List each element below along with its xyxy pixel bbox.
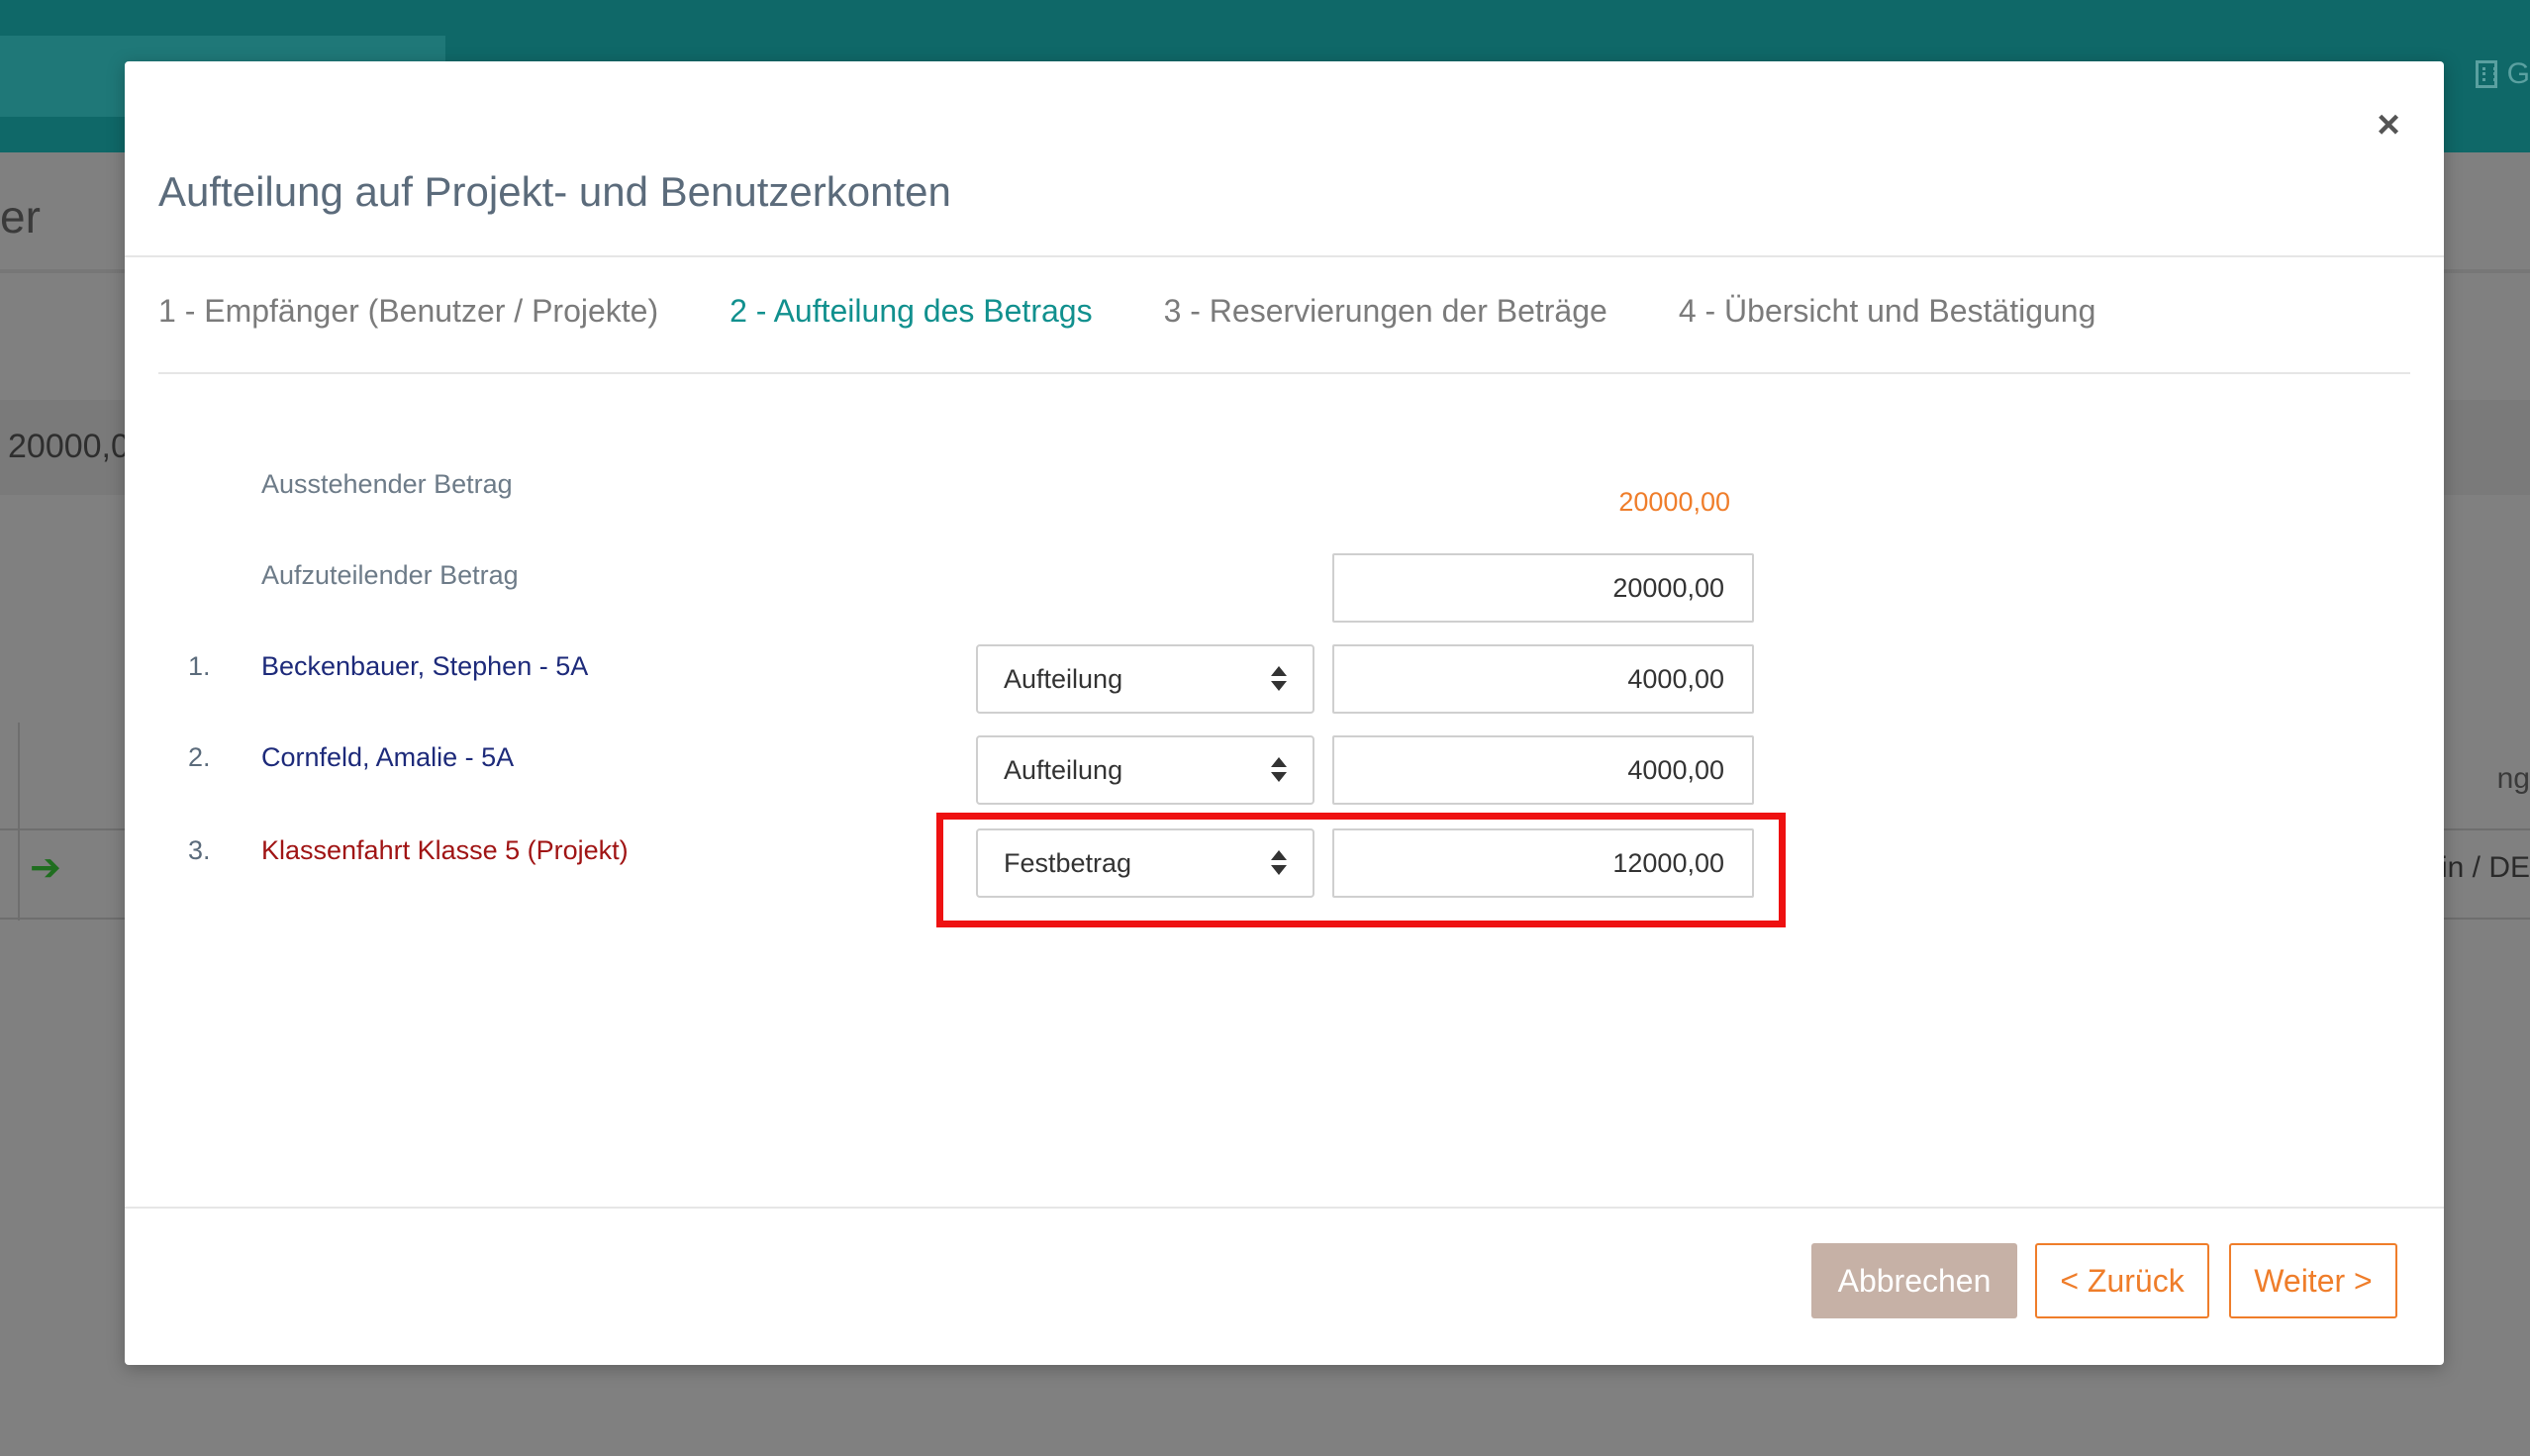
next-button[interactable]: Weiter > [2229,1243,2397,1318]
recipient-name-1: Beckenbauer, Stephen - 5A [261,651,589,681]
split-mode-value: Aufteilung [1004,754,1123,785]
footer-divider [125,1207,2444,1209]
distribute-amount-input[interactable] [1332,553,1754,623]
split-amount-modal: Aufteilung auf Projekt- und Benutzerkont… [125,61,2444,1365]
background-table-column [18,723,20,921]
row-number: 2. [188,742,211,772]
outstanding-amount-label: Ausstehender Betrag [261,469,513,499]
close-icon[interactable]: × [2367,103,2410,146]
amount-input-2[interactable] [1332,735,1754,805]
steps-divider [158,372,2410,374]
building-icon [2475,60,2497,88]
background-page-title: er [0,191,41,243]
outstanding-amount-value: 20000,00 [1618,487,1730,517]
wizard-steps: 1 - Empfänger (Benutzer / Projekte) 2 - … [158,293,2167,368]
row-number: 1. [188,651,211,681]
back-button[interactable]: < Zurück [2035,1243,2209,1318]
org-label: G [2506,57,2530,90]
sort-arrows-icon [1271,666,1287,694]
arrow-right-icon: ➔ [30,847,61,889]
split-mode-select-1[interactable]: Aufteilung [976,644,1314,714]
amount-input-1[interactable] [1332,644,1754,714]
recipient-name-2: Cornfeld, Amalie - 5A [261,742,515,772]
step-recipients[interactable]: 1 - Empfänger (Benutzer / Projekte) [158,293,658,368]
background-amount: 20000,0 [8,428,130,465]
split-mode-value: Aufteilung [1004,663,1123,694]
background-table-header-text: ng [2496,762,2530,795]
highlight-annotation-box [936,813,1786,927]
sort-arrows-icon [1271,757,1287,785]
app-header-org: G [2475,57,2530,91]
recipient-name-3: Klassenfahrt Klasse 5 (Projekt) [261,835,629,865]
split-mode-select-2[interactable]: Aufteilung [976,735,1314,805]
row-number: 3. [188,835,211,865]
step-split-amount[interactable]: 2 - Aufteilung des Betrags [730,293,1092,368]
cancel-button[interactable]: Abbrechen [1811,1243,2017,1318]
header-divider [125,255,2444,257]
step-overview[interactable]: 4 - Übersicht und Bestätigung [1679,293,2096,368]
step-reservations[interactable]: 3 - Reservierungen der Beträge [1164,293,1607,368]
distribute-amount-label: Aufzuteilender Betrag [261,560,519,590]
modal-title: Aufteilung auf Projekt- und Benutzerkont… [158,168,951,215]
